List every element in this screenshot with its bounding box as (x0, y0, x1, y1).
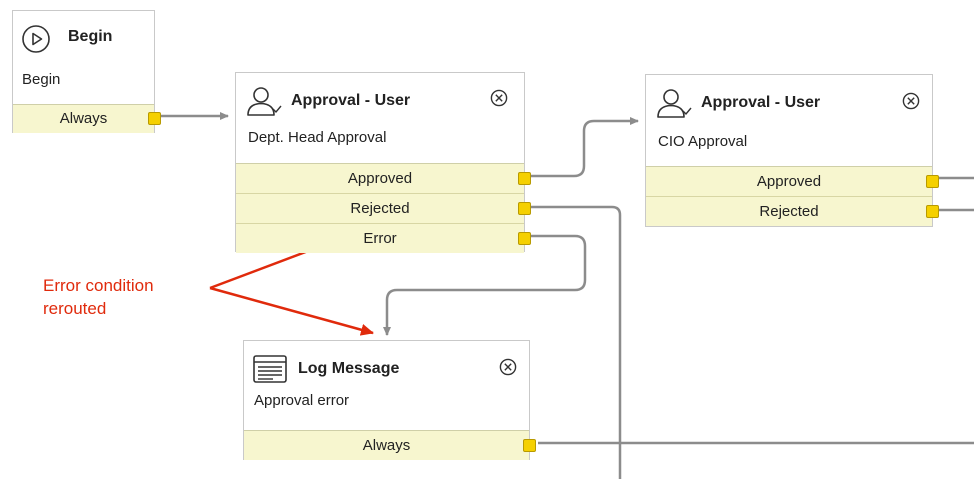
user-approval-icon (656, 87, 692, 124)
output-port[interactable] (518, 232, 531, 245)
output-port[interactable] (518, 172, 531, 185)
log-message-icon (253, 355, 287, 388)
output-label: Approved (347, 170, 413, 187)
node-description: Begin (22, 71, 61, 88)
output-approved[interactable]: Approved (646, 166, 939, 196)
begin-node[interactable]: Begin Begin Always (12, 10, 161, 133)
node-description: CIO Approval (658, 133, 748, 150)
node-title: Begin (68, 28, 113, 45)
close-icon[interactable] (499, 358, 517, 376)
node-title: Log Message (298, 360, 400, 377)
annotation-text: Error condition rerouted (43, 274, 154, 320)
node-description: Approval error (254, 392, 350, 409)
output-always[interactable]: Always (13, 104, 161, 133)
output-list: Always (13, 104, 161, 133)
annotation-line: Error condition (43, 276, 154, 295)
output-port[interactable] (518, 202, 531, 215)
cio-approval-node[interactable]: Approval - User CIO Approval Approved Re… (645, 74, 939, 227)
output-port[interactable] (148, 112, 161, 125)
annotation-arrow-to-log (209, 286, 374, 336)
close-icon[interactable] (490, 89, 508, 107)
output-label: Error (363, 230, 397, 247)
output-error[interactable]: Error (236, 223, 531, 253)
output-rejected[interactable]: Rejected (236, 193, 531, 223)
output-port[interactable] (523, 439, 536, 452)
output-always[interactable]: Always (244, 430, 536, 460)
user-approval-icon (246, 85, 282, 122)
output-list: Always (244, 430, 536, 460)
output-port[interactable] (926, 175, 939, 188)
node-description: Dept. Head Approval (248, 129, 387, 146)
annotation-line: rerouted (43, 299, 107, 318)
output-port[interactable] (926, 205, 939, 218)
output-label: Rejected (350, 200, 410, 217)
node-title: Approval - User (701, 94, 821, 111)
output-list: Approved Rejected Error (236, 163, 531, 253)
output-label: Always (362, 437, 411, 454)
output-label: Always (59, 110, 108, 127)
output-approved[interactable]: Approved (236, 163, 531, 193)
node-title: Approval - User (291, 92, 411, 109)
output-list: Approved Rejected (646, 166, 939, 226)
output-label: Rejected (759, 203, 819, 220)
log-message-node[interactable]: Log Message Approval error Always (243, 340, 536, 460)
output-label: Approved (756, 173, 822, 190)
connector-rejected-down (527, 205, 622, 479)
close-icon[interactable] (902, 92, 920, 110)
dept-approval-node[interactable]: Approval - User Dept. Head Approval Appr… (235, 72, 531, 253)
output-rejected[interactable]: Rejected (646, 196, 939, 226)
connector-approved-to-cio (527, 117, 639, 178)
play-circle-icon (21, 24, 51, 59)
